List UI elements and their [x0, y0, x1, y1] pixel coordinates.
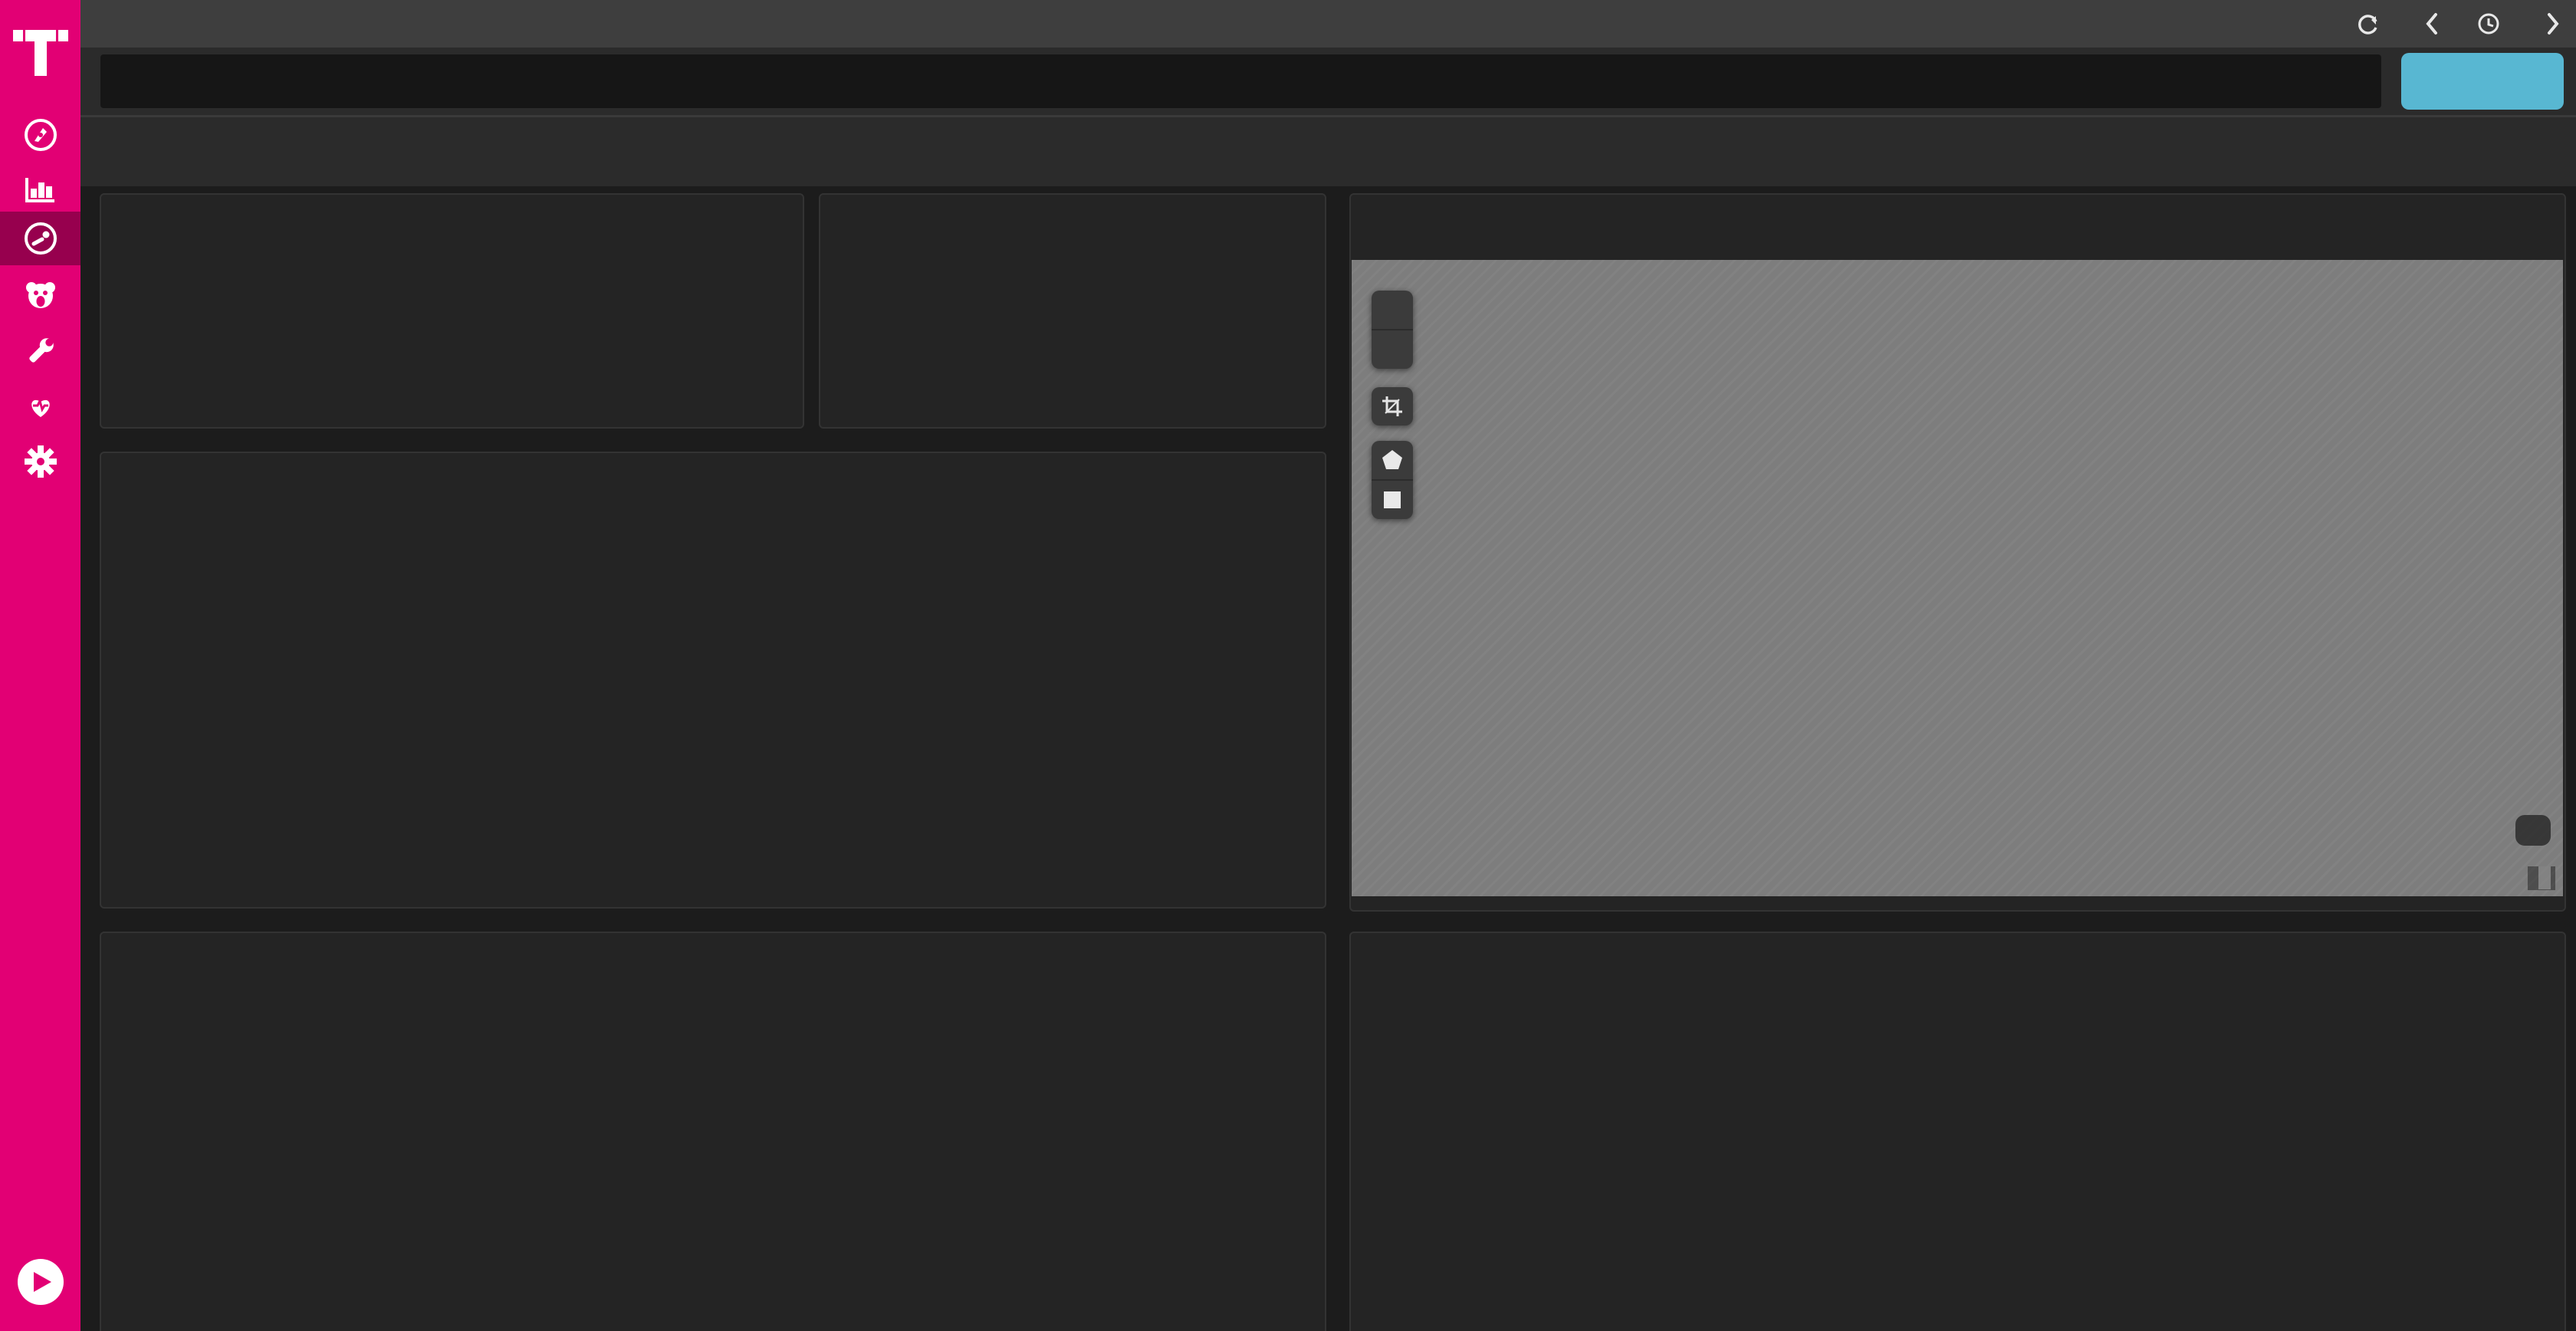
world-map[interactable] [1352, 260, 2563, 896]
time-picker-button[interactable] [2476, 12, 2509, 36]
sidebar-collapse-button[interactable] [0, 1250, 80, 1314]
rectangle-tool-button[interactable] [1372, 479, 1413, 519]
panel-protocols-histogram [100, 932, 1326, 1331]
refresh-button[interactable] [2401, 53, 2564, 110]
kibana-dashboard-screen [0, 0, 2576, 1331]
map-fit-control [1372, 387, 1413, 426]
sidebar-item-discover[interactable] [0, 107, 80, 163]
filter-bar [80, 115, 2576, 186]
sidebar-item-dashboard[interactable] [0, 212, 80, 265]
top-nav-menu [2216, 12, 2562, 36]
t-mobile-logo[interactable] [0, 11, 80, 80]
heartbeat-icon [22, 389, 59, 424]
clock-icon [2476, 12, 2501, 36]
zoom-in-button[interactable] [1372, 291, 1413, 329]
lion-icon [22, 278, 59, 314]
map-attribution [2528, 866, 2555, 890]
auto-refresh-button[interactable] [2357, 12, 2387, 35]
zoom-out-button[interactable] [1372, 329, 1413, 369]
t-logo-icon [13, 12, 68, 79]
elastic-maps-service-link[interactable] [2538, 866, 2551, 889]
metric-attacks [866, 287, 1119, 294]
search-bar-row [80, 48, 2576, 115]
map-zoom-controls [1372, 291, 1413, 369]
panel-attacks-bar [100, 193, 804, 429]
refresh-cycle-icon [2357, 12, 2380, 35]
sidebar-item-dev-tools[interactable] [0, 324, 80, 379]
sidebar-item-management[interactable] [0, 434, 80, 489]
pentagon-icon [1381, 449, 1404, 472]
time-forward-button[interactable] [2544, 12, 2562, 36]
map-count-legend [2515, 815, 2551, 846]
crop-fit-button[interactable] [1372, 387, 1413, 426]
search-input[interactable] [100, 54, 2381, 108]
polygon-tool-button[interactable] [1372, 441, 1413, 479]
sidebar-item-timelion[interactable] [0, 268, 80, 324]
compass-icon [23, 117, 58, 153]
gear-icon [23, 444, 58, 479]
sidebar-item-visualize[interactable] [0, 163, 80, 218]
play-circle-icon [16, 1257, 65, 1306]
panel-country-histogram [1349, 932, 2566, 1331]
top-nav-bar [80, 0, 2576, 48]
chevron-left-icon [2423, 12, 2441, 36]
sidebar [0, 0, 80, 1331]
sidebar-item-monitoring[interactable] [0, 379, 80, 434]
square-icon [1381, 488, 1404, 511]
panel-attack-map [1349, 193, 2566, 912]
crop-icon [1381, 395, 1404, 418]
time-back-button[interactable] [2423, 12, 2441, 36]
gauge-icon [23, 221, 58, 256]
panel-attacks-histogram [100, 452, 1326, 909]
chevron-right-icon [2544, 12, 2562, 36]
wrench-icon [23, 334, 58, 369]
panel-attacks-metric [819, 193, 1326, 429]
map-draw-controls [1372, 441, 1413, 519]
bar-chart-icon [23, 173, 58, 208]
metric-unique-src-ips [1119, 287, 1296, 294]
